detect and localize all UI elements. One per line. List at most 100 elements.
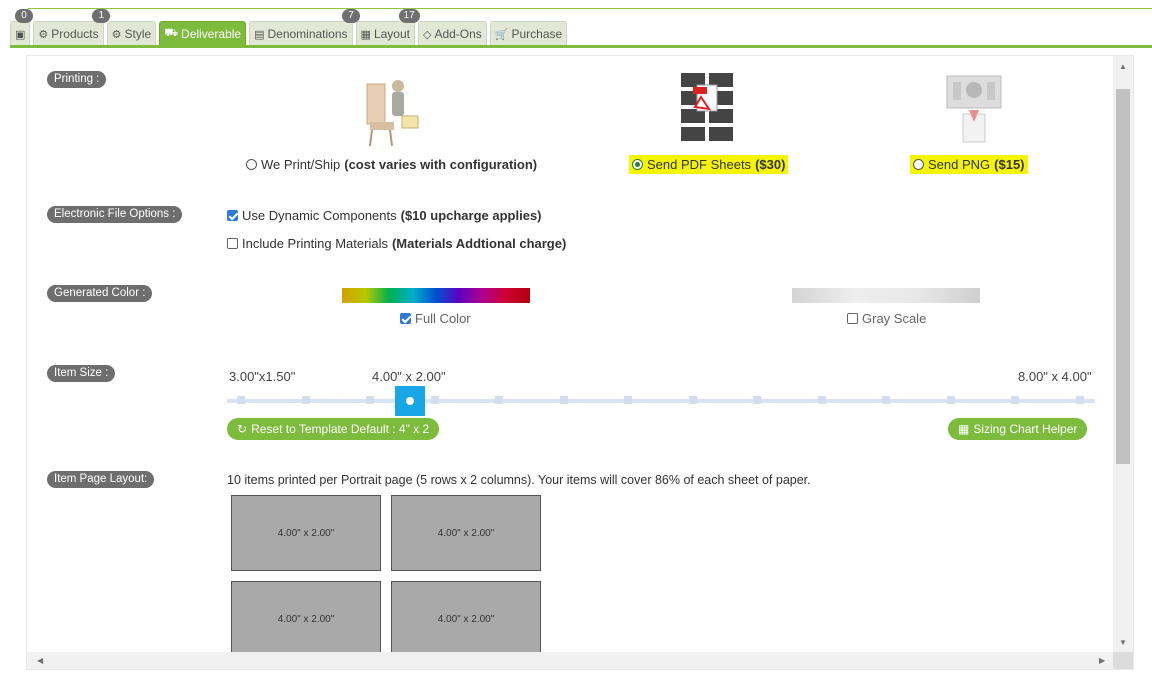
tab-add-ons[interactable]: ◇ Add-Ons bbox=[417, 21, 487, 46]
layout-cell: 4.00" x 2.00" bbox=[231, 495, 381, 571]
dynamic-components-note: ($10 upcharge applies) bbox=[400, 208, 542, 223]
tab-badge: 17 bbox=[398, 9, 420, 23]
slider-tick bbox=[1075, 396, 1084, 404]
cart-icon: 🛒 bbox=[494, 28, 509, 41]
printing-materials-note: (Materials Addtional charge) bbox=[391, 236, 567, 251]
printing-materials-checkbox[interactable] bbox=[227, 238, 238, 249]
scroll-right-icon[interactable]: ▶ bbox=[1099, 656, 1105, 665]
image-icon: ▣ bbox=[15, 28, 26, 41]
full-color-swatch bbox=[342, 288, 530, 303]
slider-tick bbox=[237, 396, 245, 404]
sizing-chart-button[interactable]: ▦ Sizing Chart Helper bbox=[948, 418, 1088, 440]
tab-label: Add-Ons bbox=[434, 27, 482, 41]
sizing-chart-label: Sizing Chart Helper bbox=[973, 422, 1078, 436]
slider-tick bbox=[882, 396, 890, 404]
pdf-sheets-label: Send PDF Sheets bbox=[647, 157, 752, 172]
size-current-label: 4.00" x 2.00" bbox=[372, 369, 446, 384]
slider-tick bbox=[817, 396, 826, 404]
printing-materials-label: Include Printing Materials bbox=[242, 236, 388, 251]
tab-purchase[interactable]: 🛒 Purchase bbox=[489, 21, 568, 46]
pdf-sheets-price: ($30) bbox=[755, 157, 786, 172]
tab-bar: 0 ▣ 1 ⚙ Products ⚙ Style ⛟ Deliverable 7… bbox=[10, 9, 568, 46]
reset-template-label: Reset to Template Default : 4" x 2 bbox=[251, 422, 430, 436]
layout-icon: ▦ bbox=[360, 28, 371, 41]
scroll-up-icon[interactable]: ▲ bbox=[1119, 62, 1127, 71]
layout-cell: 4.00" x 2.00" bbox=[391, 495, 541, 571]
tab-label: Layout bbox=[373, 27, 410, 41]
money-icon: ▤ bbox=[254, 28, 265, 41]
scroll-left-icon[interactable]: ◀ bbox=[37, 656, 43, 665]
table-icon: ▦ bbox=[958, 422, 970, 436]
pdf-sheets-option[interactable]: Send PDF Sheets ($30) bbox=[629, 155, 789, 174]
full-color-checkbox[interactable] bbox=[400, 313, 411, 324]
gray-scale-checkbox[interactable] bbox=[847, 313, 858, 324]
layout-cell: 4.00" x 2.00" bbox=[391, 581, 541, 652]
tab-label: Products bbox=[51, 27, 99, 41]
gear-icon: ⚙ bbox=[38, 28, 49, 41]
dynamic-components-option[interactable]: Use Dynamic Components ($10 upcharge app… bbox=[227, 208, 542, 223]
we-print-label: We Print/Ship bbox=[261, 157, 341, 172]
size-slider-handle[interactable] bbox=[395, 386, 425, 416]
tab-badge: 0 bbox=[15, 9, 33, 23]
slider-tick bbox=[688, 396, 697, 404]
printing-section-label: Printing : bbox=[47, 71, 107, 88]
we-print-option[interactable]: We Print/Ship (cost varies with configur… bbox=[246, 157, 537, 172]
tab-style[interactable]: ⚙ Style bbox=[106, 21, 157, 46]
we-print-radio[interactable] bbox=[246, 159, 257, 170]
gears-icon: ⚙ bbox=[111, 28, 122, 41]
slider-tick bbox=[753, 396, 761, 404]
panel-content: Printing : We Print/Ship (cost varies wi… bbox=[27, 56, 1113, 652]
vertical-scrollbar[interactable]: ▲ ▼ bbox=[1113, 56, 1133, 652]
png-option[interactable]: Send PNG ($15) bbox=[910, 155, 1028, 174]
pdf-sheets-radio[interactable] bbox=[632, 159, 643, 170]
printing-materials-option[interactable]: Include Printing Materials (Materials Ad… bbox=[227, 236, 566, 251]
gray-scale-label: Gray Scale bbox=[862, 311, 927, 326]
gray-scale-option[interactable]: Gray Scale bbox=[847, 311, 926, 326]
reset-template-button[interactable]: ↻ Reset to Template Default : 4" x 2 bbox=[227, 418, 440, 440]
vertical-scroll-thumb[interactable] bbox=[1116, 89, 1130, 464]
png-label: Send PNG bbox=[928, 157, 991, 172]
top-divider bbox=[28, 8, 1152, 9]
size-section-label: Item Size : bbox=[47, 365, 116, 382]
refresh-icon: ↻ bbox=[237, 422, 248, 436]
full-color-label: Full Color bbox=[415, 311, 471, 326]
layout-cell: 4.00" x 2.00" bbox=[231, 581, 381, 652]
gray-scale-swatch bbox=[792, 288, 980, 303]
tab-label: Purchase bbox=[511, 27, 563, 41]
color-section-label: Generated Color : bbox=[47, 285, 153, 302]
dynamic-components-label: Use Dynamic Components bbox=[242, 208, 397, 223]
tab-label: Style bbox=[124, 27, 152, 41]
deliverable-panel: Printing : We Print/Ship (cost varies wi… bbox=[26, 55, 1134, 670]
tab-deliverable[interactable]: ⛟ Deliverable bbox=[159, 21, 247, 46]
layout-summary: 10 items printed per Portrait page (5 ro… bbox=[227, 473, 811, 487]
slider-tick bbox=[495, 396, 503, 404]
electronic-section-label: Electronic File Options : bbox=[47, 206, 183, 223]
png-price: ($15) bbox=[994, 157, 1025, 172]
slider-tick bbox=[946, 396, 955, 404]
dynamic-components-checkbox[interactable] bbox=[227, 210, 238, 221]
tab-image[interactable]: 0 ▣ bbox=[10, 9, 33, 46]
layout-section-label: Item Page Layout: bbox=[47, 471, 155, 488]
tab-denominations[interactable]: 7 ▤ Denominations bbox=[249, 9, 361, 46]
tab-products[interactable]: 1 ⚙ Products bbox=[33, 9, 111, 46]
size-min-label: 3.00"x1.50" bbox=[229, 369, 296, 384]
full-color-option[interactable]: Full Color bbox=[400, 311, 471, 326]
png-radio[interactable] bbox=[913, 159, 924, 170]
slider-tick bbox=[559, 396, 568, 404]
pdf-sheets-illustration bbox=[679, 71, 737, 145]
scrollbar-corner bbox=[1113, 652, 1133, 669]
slider-tick bbox=[366, 396, 374, 404]
size-slider-track[interactable] bbox=[227, 399, 1095, 403]
size-max-label: 8.00" x 4.00" bbox=[1018, 369, 1092, 384]
png-illustration bbox=[946, 75, 1002, 143]
slider-tick bbox=[1011, 396, 1019, 404]
scroll-down-icon[interactable]: ▼ bbox=[1119, 638, 1127, 647]
press-illustration bbox=[366, 80, 419, 147]
slider-tick bbox=[624, 396, 632, 404]
tab-bar-underline bbox=[10, 45, 1152, 48]
diamond-icon: ◇ bbox=[422, 28, 432, 41]
tab-label: Deliverable bbox=[181, 27, 242, 41]
slider-tick bbox=[430, 396, 439, 404]
tab-layout[interactable]: 17 ▦ Layout bbox=[355, 9, 420, 46]
horizontal-scrollbar[interactable]: ◀ ▶ bbox=[27, 652, 1113, 669]
